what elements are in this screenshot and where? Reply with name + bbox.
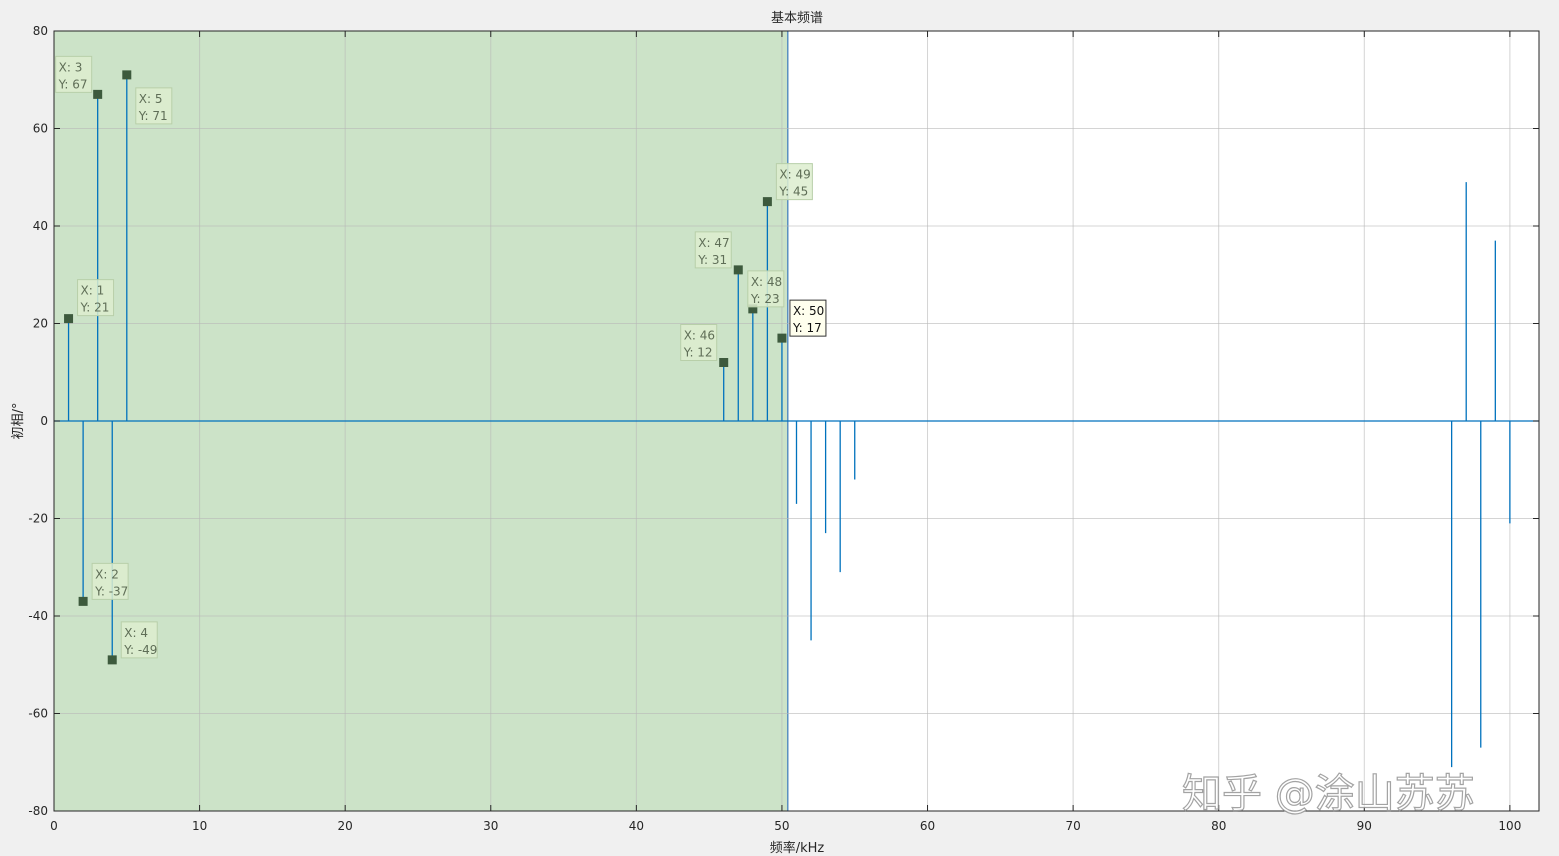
- x-tick-label: 70: [1065, 819, 1080, 833]
- y-tick-label: 40: [33, 219, 48, 233]
- datatip-x-text: X: 48: [751, 275, 782, 289]
- datatip-marker: [122, 70, 132, 80]
- datatip-y-text: Y: 67: [58, 77, 88, 91]
- y-tick-label: -20: [28, 512, 48, 526]
- x-tick-label: 20: [338, 819, 353, 833]
- datatip-x-text: X: 1: [81, 284, 105, 298]
- datatip-marker: [777, 333, 787, 343]
- y-tick-label: 20: [33, 317, 48, 331]
- datatip-marker: [733, 265, 743, 275]
- y-tick-label: -80: [28, 804, 48, 818]
- datatip-x-text: X: 47: [698, 236, 729, 250]
- y-tick-label: -60: [28, 707, 48, 721]
- datatip-y-text: Y: 45: [778, 185, 808, 199]
- datatip-x-text: X: 49: [779, 168, 810, 182]
- datatip: X: 48 Y: 23: [747, 270, 785, 308]
- y-axis-label: 初相/°: [11, 403, 26, 440]
- x-tick-label: 10: [192, 819, 207, 833]
- x-tick-label: 60: [920, 819, 935, 833]
- y-tick-label: 60: [33, 122, 48, 136]
- datatip: X: 1 Y: 21: [77, 279, 115, 317]
- datatip: X: 5 Y: 71: [135, 87, 173, 125]
- x-tick-label: 30: [483, 819, 498, 833]
- datatip: X: 47 Y: 31: [694, 231, 732, 269]
- datatip: X: 46 Y: 12: [680, 324, 718, 361]
- chart-title: 基本频谱: [771, 11, 823, 26]
- datatip-y-text: Y: 17: [792, 321, 822, 335]
- y-tick-label: 0: [40, 414, 48, 428]
- datatip-marker: [762, 197, 772, 207]
- stem-chart: 0 10 20 30 40 50 60 70 80 90 100 80 60 40 20 0 -20 -40 -6…: [11, 11, 1540, 856]
- datatip-marker: [93, 89, 103, 99]
- datatip-marker: [107, 655, 117, 665]
- x-axis-label: 频率/kHz: [770, 840, 825, 856]
- y-tick-label: 80: [33, 24, 48, 38]
- datatip: X: 49 Y: 45: [775, 163, 813, 201]
- datatip-marker: [64, 314, 74, 324]
- datatip: X: 3 Y: 67: [55, 55, 93, 93]
- datatip-y-text: Y: 31: [697, 253, 727, 267]
- datatip-x-text: X: 3: [59, 60, 83, 74]
- x-tick-label: 80: [1211, 819, 1226, 833]
- x-tick-label: 40: [629, 819, 644, 833]
- x-tick-label: 90: [1357, 819, 1372, 833]
- datatip-x-text: X: 46: [684, 329, 715, 343]
- datatip: X: 2 Y: -37: [91, 562, 129, 600]
- y-tick-label: -40: [28, 609, 48, 623]
- x-tick-label: 50: [774, 819, 789, 833]
- datatip-y-text: Y: -49: [123, 643, 157, 657]
- datatip-marker: [78, 596, 88, 606]
- datatip-y-text: Y: -37: [94, 584, 128, 598]
- datatip-x-text: X: 5: [139, 92, 163, 106]
- watermark: 知乎 @涂山苏苏: [1182, 771, 1475, 817]
- datatip-y-text: Y: 21: [80, 301, 110, 315]
- datatip-x-text: X: 4: [124, 626, 148, 640]
- datatip: X: 4 Y: -49: [120, 621, 158, 659]
- datatip-x-text: X: 50: [793, 304, 824, 318]
- datatip: X: 50 Y: 17: [789, 299, 827, 337]
- datatip-y-text: Y: 71: [138, 109, 168, 123]
- x-tick-label: 0: [50, 819, 58, 833]
- datatip-y-text: Y: 23: [750, 292, 780, 306]
- datatip-x-text: X: 2: [95, 567, 119, 581]
- x-tick-label: 100: [1498, 819, 1521, 833]
- datatip-y-text: Y: 12: [683, 346, 713, 360]
- datatip-marker: [719, 358, 729, 367]
